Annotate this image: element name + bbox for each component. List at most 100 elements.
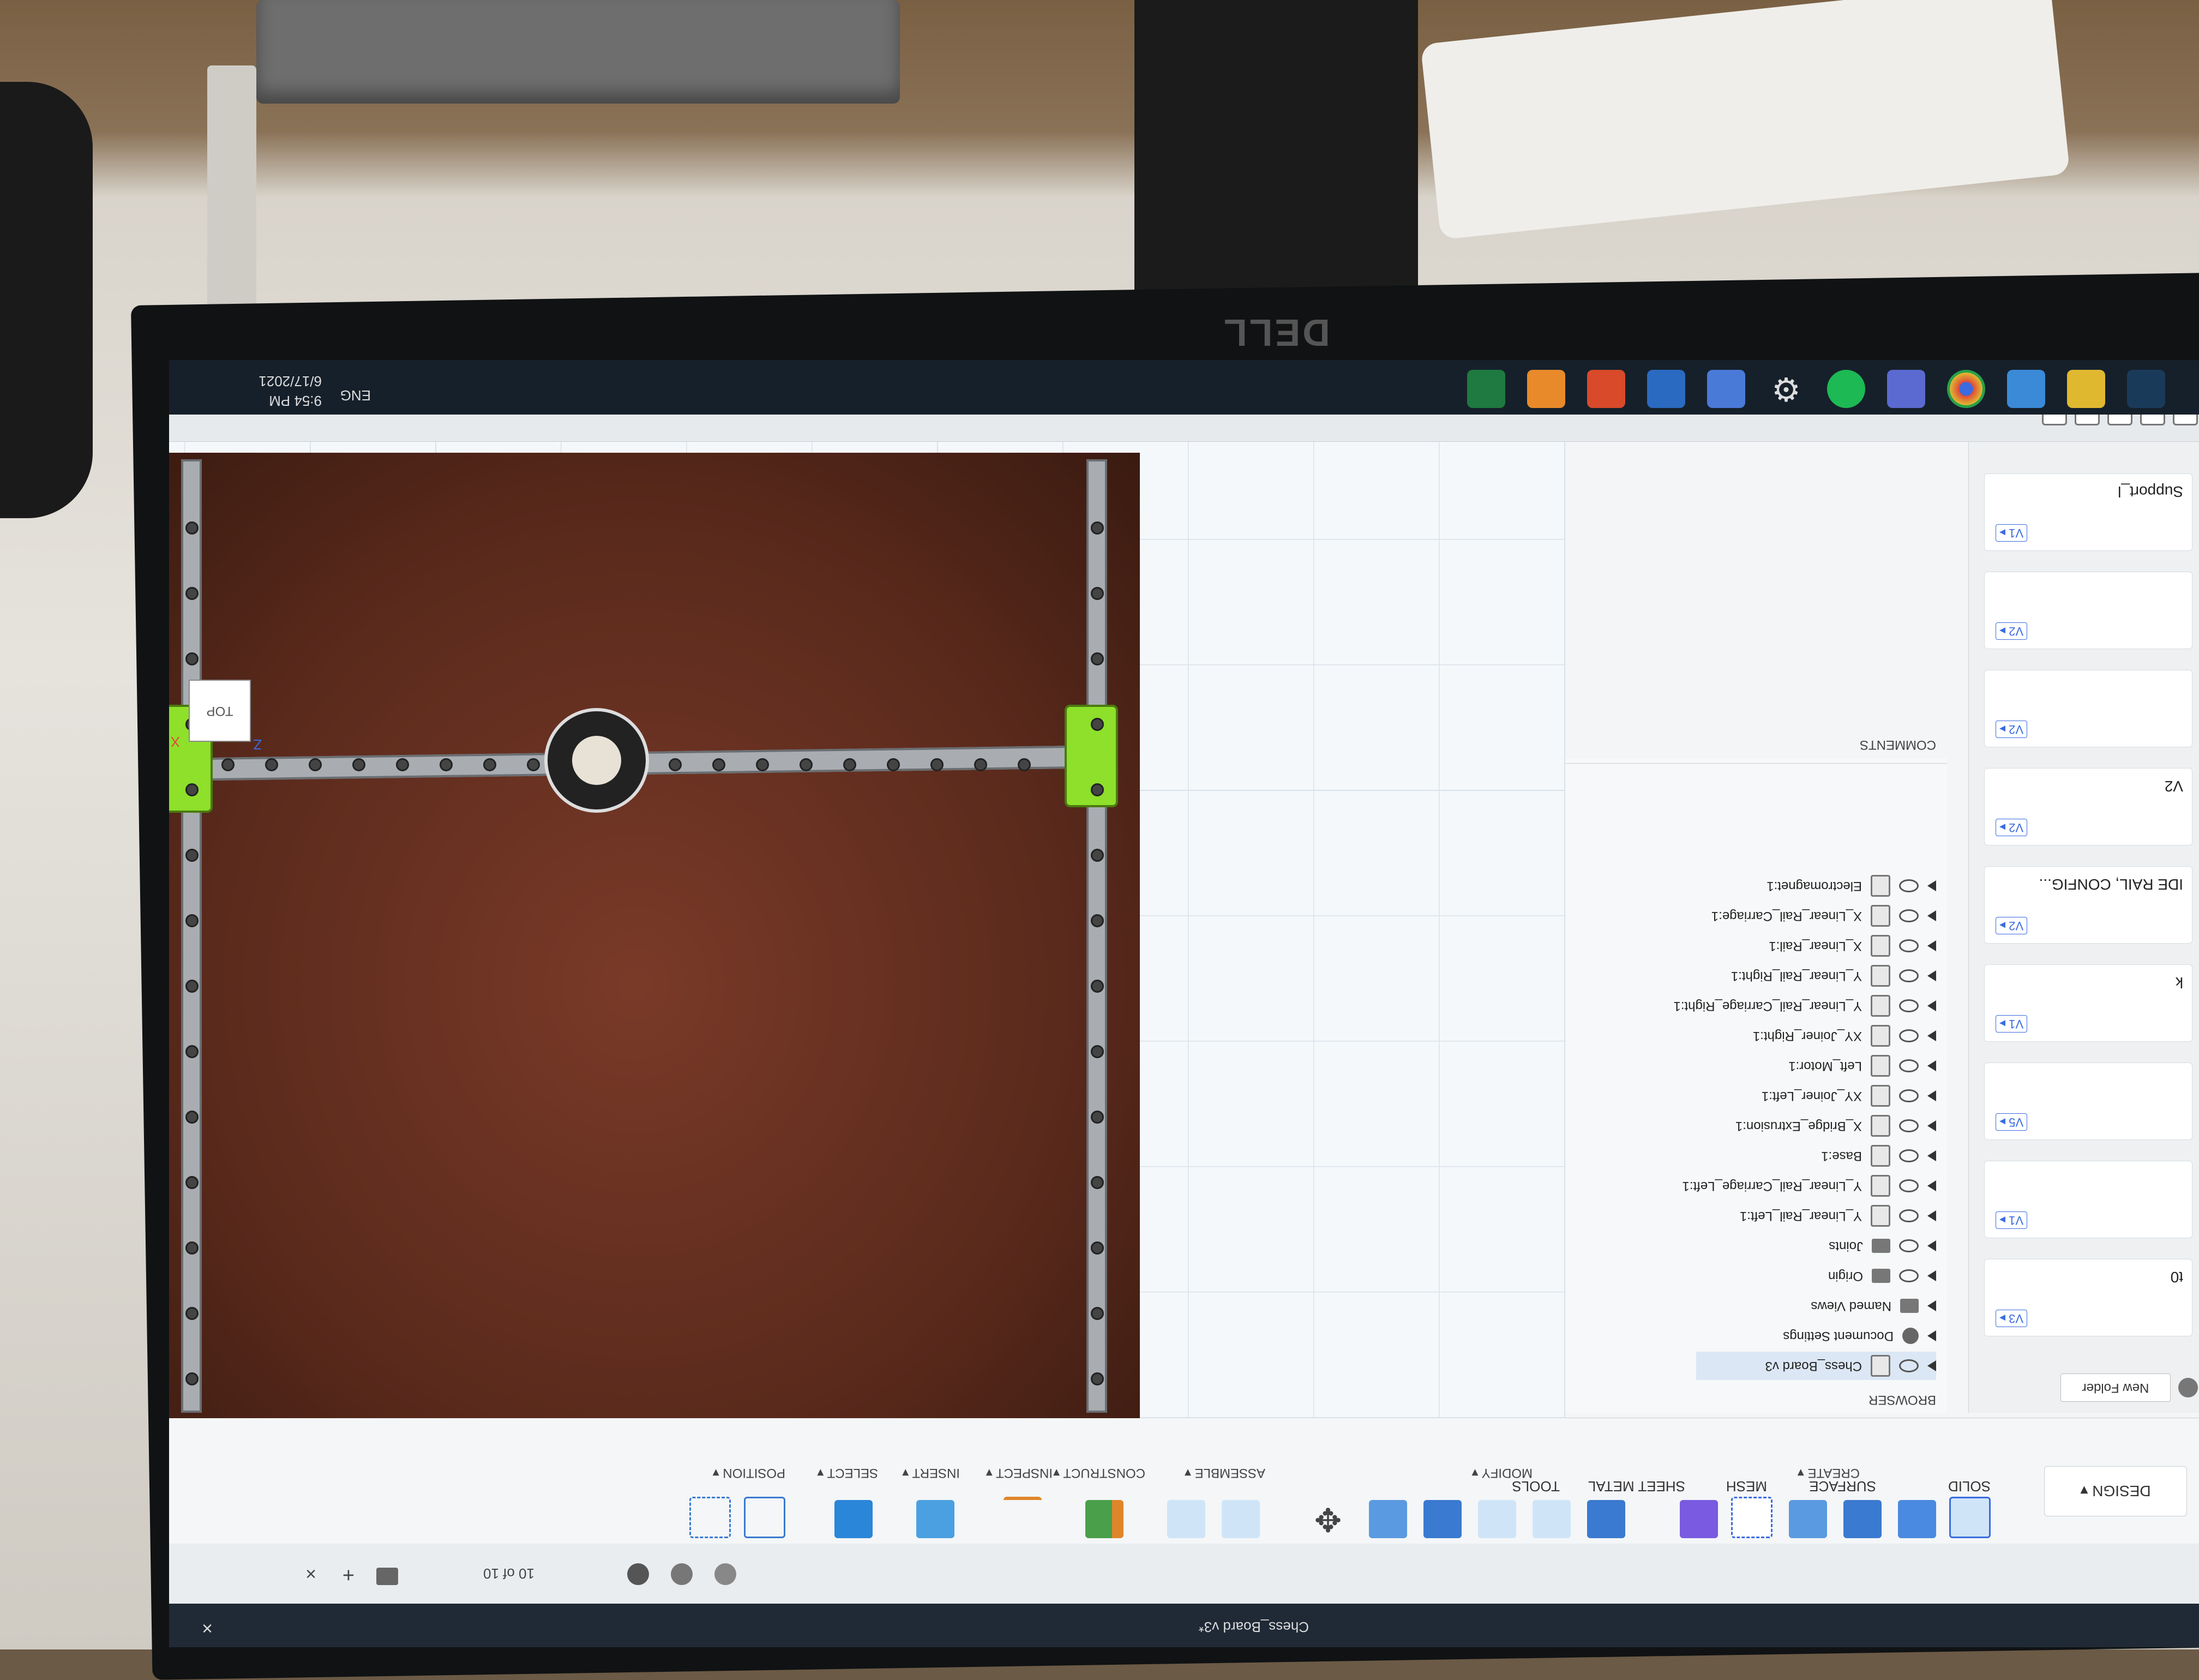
comments-panel[interactable]: COMMENTS <box>1565 719 1947 764</box>
eye-icon[interactable] <box>1899 1359 1919 1372</box>
browser-item[interactable]: Y_Linear_Rail_Carriage_Right:1 <box>1673 992 1936 1020</box>
form-icon[interactable] <box>1680 1500 1718 1538</box>
browser-item[interactable]: Y_Linear_Rail_Left:1 <box>1740 1202 1936 1230</box>
group-modify-label[interactable]: MODIFY ▾ <box>1471 1465 1533 1481</box>
browser-item[interactable]: XY_Joiner_Left:1 <box>1762 1082 1936 1110</box>
browser-item[interactable]: Document Settings <box>1783 1322 1936 1350</box>
group-insert-label[interactable]: INSERT ▾ <box>902 1465 960 1481</box>
data-card[interactable]: V2 V2 ▸ <box>1984 768 2192 845</box>
calc-icon[interactable] <box>1707 370 1745 408</box>
y-rail-left[interactable] <box>1086 459 1107 1413</box>
expand-icon[interactable] <box>1927 1360 1936 1371</box>
data-card[interactable]: V2 ▸ <box>1984 572 2192 649</box>
eye-icon[interactable] <box>1899 969 1919 982</box>
data-card[interactable]: V1 ▸ <box>1984 1161 2192 1238</box>
photos-icon[interactable] <box>1647 370 1685 408</box>
gear-icon[interactable] <box>2178 1378 2198 1397</box>
move-icon[interactable]: ✥ <box>1309 1500 1347 1538</box>
eye-icon[interactable] <box>1899 1239 1919 1252</box>
revolve-icon[interactable] <box>1843 1500 1882 1538</box>
browser-item[interactable]: Joints <box>1829 1232 1936 1260</box>
browser-item[interactable]: Electromagnet:1 <box>1767 872 1936 900</box>
chrome-icon[interactable] <box>1947 370 1985 408</box>
expand-icon[interactable] <box>1927 1240 1936 1251</box>
spotify-icon[interactable] <box>1827 370 1865 408</box>
combine-icon[interactable] <box>1423 1500 1462 1538</box>
expand-icon[interactable] <box>1927 940 1936 951</box>
new-tab-button[interactable]: + <box>343 1563 355 1586</box>
select-icon[interactable] <box>834 1500 873 1538</box>
browser-item[interactable]: X_Linear_Rail_Carriage:1 <box>1711 902 1936 930</box>
revert-position-icon[interactable] <box>689 1497 731 1538</box>
data-card[interactable]: IDE RAIL, CONFIG... V2 ▸ <box>1984 866 2192 944</box>
group-assemble-label[interactable]: ASSEMBLE ▾ <box>1185 1465 1265 1481</box>
create-sketch-icon[interactable] <box>1949 1497 1991 1538</box>
expand-icon[interactable] <box>1927 1030 1936 1041</box>
data-card[interactable]: Support_l V1 ▸ <box>1984 473 2192 551</box>
eye-icon[interactable] <box>1899 1209 1919 1222</box>
press-pull-icon[interactable] <box>1587 1500 1625 1538</box>
help-icon[interactable] <box>671 1563 693 1585</box>
browser-item[interactable]: Origin <box>1828 1262 1936 1290</box>
taskbar-date[interactable]: 6/17/2021 <box>259 373 322 389</box>
group-construct-label[interactable]: CONSTRUCT ▾ <box>1053 1465 1145 1481</box>
data-card[interactable]: V2 ▸ <box>1984 670 2192 747</box>
eye-icon[interactable] <box>1899 879 1919 892</box>
tab-solid[interactable]: SOLID <box>1948 1478 1991 1495</box>
app-icon[interactable] <box>1587 370 1625 408</box>
group-select-label[interactable]: SELECT ▾ <box>817 1465 878 1481</box>
eye-icon[interactable] <box>1899 1029 1919 1042</box>
hole-icon[interactable] <box>1789 1500 1827 1538</box>
browser-item[interactable]: Y_Linear_Rail_Carriage_Left:1 <box>1682 1172 1936 1200</box>
expand-icon[interactable] <box>1927 1300 1936 1311</box>
fillet-icon[interactable] <box>1533 1500 1571 1538</box>
pattern-icon[interactable] <box>1731 1497 1773 1538</box>
browser-item[interactable]: Named Views <box>1811 1292 1936 1320</box>
folder-icon[interactable] <box>2067 370 2105 408</box>
expand-icon[interactable] <box>1927 1000 1936 1011</box>
capture-position-icon[interactable] <box>744 1497 785 1538</box>
data-card[interactable]: k V1 ▸ <box>1984 964 2192 1042</box>
eye-icon[interactable] <box>1899 1179 1919 1192</box>
expand-icon[interactable] <box>1927 910 1936 921</box>
extrude-icon[interactable] <box>1898 1500 1936 1538</box>
folder-icon[interactable] <box>376 1568 398 1585</box>
clock-icon[interactable] <box>627 1563 649 1585</box>
expand-icon[interactable] <box>1927 970 1936 981</box>
browser-item[interactable]: X_Linear_Rail:1 <box>1769 932 1936 960</box>
teams-icon[interactable] <box>1887 370 1925 408</box>
eye-icon[interactable] <box>1899 909 1919 922</box>
workspace-switcher[interactable]: DESIGN ▾ <box>2044 1466 2187 1516</box>
eye-icon[interactable] <box>1899 1089 1919 1102</box>
joint-icon[interactable] <box>1167 1500 1205 1538</box>
electromagnet[interactable] <box>544 708 649 813</box>
group-position-label[interactable]: POSITION ▾ <box>713 1465 785 1481</box>
tab-sheet-metal[interactable]: SHEET METAL <box>1588 1478 1685 1495</box>
close-tab-icon[interactable]: × <box>305 1563 316 1584</box>
eye-icon[interactable] <box>1899 939 1919 952</box>
chess-board-model[interactable] <box>169 453 1140 1418</box>
taskbar-time[interactable]: 9:54 PM <box>269 392 322 409</box>
expand-icon[interactable] <box>1927 1330 1936 1341</box>
close-icon[interactable]: × <box>202 1617 213 1639</box>
expand-icon[interactable] <box>1927 1120 1936 1131</box>
excel-icon[interactable] <box>1467 370 1505 408</box>
tab-mesh[interactable]: MESH <box>1726 1478 1767 1495</box>
eye-icon[interactable] <box>1899 1059 1919 1072</box>
eye-icon[interactable] <box>1899 1119 1919 1132</box>
expand-icon[interactable] <box>1927 1180 1936 1191</box>
browser-item[interactable]: X_Bridge_Extrusion:1 <box>1735 1112 1936 1140</box>
data-card[interactable]: V5 ▸ <box>1984 1063 2192 1140</box>
viewcube[interactable]: TOP <box>189 680 251 742</box>
eye-icon[interactable] <box>1899 999 1919 1012</box>
offset-face-icon[interactable] <box>1369 1500 1407 1538</box>
expand-icon[interactable] <box>1927 1150 1936 1161</box>
expand-icon[interactable] <box>1927 1210 1936 1221</box>
measure-icon[interactable] <box>1004 1497 1042 1538</box>
y-rail-right[interactable] <box>181 459 202 1413</box>
browser-item[interactable]: XY_Joiner_Right:1 <box>1753 1022 1936 1050</box>
browser-root[interactable]: Chess_Board v3 <box>1696 1352 1936 1380</box>
fusion-icon[interactable] <box>1527 370 1565 408</box>
data-card[interactable]: t0 V3 ▸ <box>1984 1259 2192 1336</box>
insert-image-icon[interactable] <box>916 1500 954 1538</box>
